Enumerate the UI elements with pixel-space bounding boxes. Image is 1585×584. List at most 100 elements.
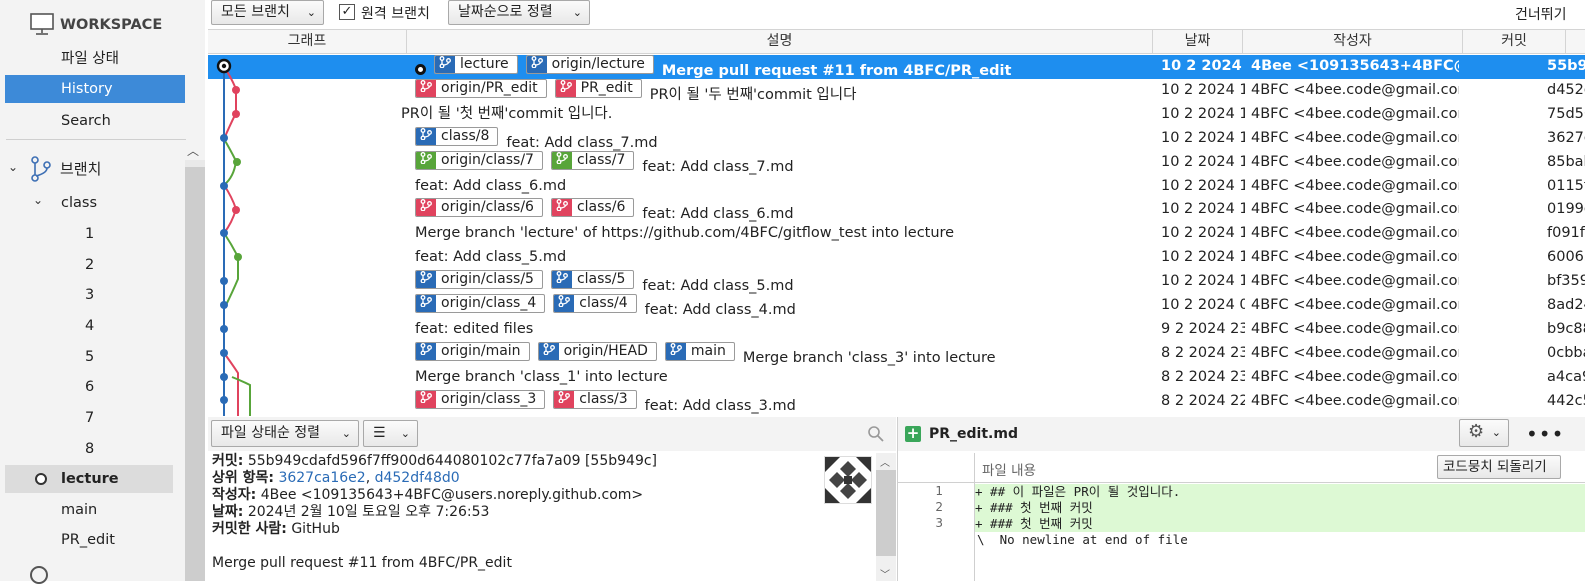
commit-row[interactable]: lecture origin/lecture Merge pull request …: [208, 55, 1585, 79]
branch-main[interactable]: main: [61, 496, 97, 524]
branch-tag[interactable]: origin/lecture: [525, 55, 654, 74]
branch-lecture[interactable]: lecture: [5, 465, 173, 493]
commit-message: Merge pull request #11 from 4BFC/PR_edit: [661, 63, 1012, 79]
commit-date: 10 2 2024 1: [1161, 249, 1245, 266]
branch-tag[interactable]: main: [664, 341, 735, 361]
branch-tag[interactable]: class/5: [550, 270, 635, 290]
branch-class-7[interactable]: 7: [85, 404, 94, 432]
branch-class-5[interactable]: 5: [85, 343, 94, 371]
commit-message: feat: edited files: [415, 320, 534, 337]
branch-folder-class[interactable]: class: [61, 189, 97, 217]
nav-search[interactable]: Search: [61, 107, 111, 135]
list-view-dropdown[interactable]: ☰ ⌄: [363, 420, 418, 447]
commit-row[interactable]: class/8 feat: Add class_7.md 10 2 2024 1 4B…: [208, 126, 1585, 151]
branch-tag[interactable]: class/7: [550, 150, 635, 170]
parent-link[interactable]: d452df48d0: [375, 470, 460, 486]
branch-tag-label: class/3: [579, 390, 628, 407]
commit-row[interactable]: origin/PR_edit PR_edit PR이 될 '두 번째'commit …: [208, 78, 1585, 103]
commit-row[interactable]: origin/main origin/HEAD main Merge branch '…: [208, 341, 1585, 366]
remote-icon: [30, 566, 48, 584]
all-branches-dropdown[interactable]: 모든 브랜치 ⌄: [211, 0, 324, 25]
commit-row[interactable]: feat: edited files 9 2 2024 23 4BFC <4bee.…: [208, 318, 1585, 342]
file-sort-dropdown[interactable]: 파일 상태순 정렬 ⌄: [211, 420, 359, 447]
workspace-header: WORKSPACE: [60, 17, 163, 33]
branch-icon: [554, 295, 575, 312]
file-sort-label: 파일 상태순 정렬: [221, 425, 321, 441]
commit-description: origin/class_3 class/3 feat: Add class_3.m…: [415, 389, 1155, 414]
commit-row[interactable]: origin/class/6 class/6 feat: Add class_6.m…: [208, 198, 1585, 222]
class-chevron-icon[interactable]: ⌄: [33, 193, 43, 207]
commit-row[interactable]: Merge branch 'class_1' into lecture 8 2 2…: [208, 366, 1585, 390]
all-branches-label: 모든 브랜치: [221, 4, 290, 20]
nav-file-status[interactable]: 파일 상태: [61, 45, 119, 73]
commit-date: 10 2 2024 0: [1161, 297, 1245, 313]
branch-icon: [416, 127, 436, 145]
branch-tag[interactable]: origin/class_3: [415, 389, 546, 409]
branch-tag[interactable]: origin/class/5: [415, 270, 543, 290]
column-graph[interactable]: 그래프: [208, 30, 407, 53]
branch-class-8[interactable]: 8: [85, 435, 94, 463]
branch-tag[interactable]: lecture: [434, 55, 518, 74]
branch-class-3[interactable]: 3: [85, 281, 94, 309]
commit-row[interactable]: feat: Add class_6.md 10 2 2024 1 4BFC <4be…: [208, 175, 1585, 199]
commit-hash: 0199c84: [1547, 201, 1585, 218]
settings-dropdown[interactable]: ⚙ ⌄: [1459, 419, 1509, 447]
branch-tag[interactable]: origin/class/7: [415, 150, 543, 170]
branch-tag[interactable]: origin/class/6: [415, 198, 543, 218]
commit-row[interactable]: origin/class/5 class/5 feat: Add class_5.m…: [208, 270, 1585, 294]
file-status-toolbar: 파일 상태순 정렬 ⌄ ☰ ⌄: [208, 417, 896, 451]
branch-tag[interactable]: class/8: [415, 126, 499, 146]
commit-row[interactable]: PR이 될 '첫 번째'commit 입니다. 10 2 2024 1 4BFC <…: [208, 103, 1585, 127]
commit-message: Merge branch 'lecture' of https://github…: [415, 225, 955, 242]
line-number: 1: [935, 484, 943, 498]
branch-tag[interactable]: origin/main: [415, 341, 530, 361]
collapse-caret-icon[interactable]: ︿: [187, 142, 199, 159]
remote-branches-checkbox[interactable]: ✓: [339, 4, 355, 20]
branch-tag[interactable]: class/3: [553, 389, 637, 409]
sidebar: WORKSPACE 파일 상태 History Search ︿ ⌄ 브랜치 ⌄…: [0, 0, 205, 584]
column-description[interactable]: 설명: [407, 30, 1153, 53]
sort-order-dropdown[interactable]: 날짜순으로 정렬 ⌄: [448, 0, 590, 25]
branch-class-1[interactable]: 1: [85, 220, 94, 248]
column-author[interactable]: 작성자: [1243, 30, 1463, 53]
scroll-down-icon[interactable]: ﹀: [880, 566, 890, 581]
detail-commit: 커밋: 55b949cdafd596f7ff900d644080102c77fa…: [212, 453, 658, 469]
commit-row[interactable]: origin/class_4 class/4 feat: Add class_4.m…: [208, 294, 1585, 318]
commit-row[interactable]: origin/class/7 class/7 feat: Add class_7.m…: [208, 150, 1585, 175]
branch-icon: [416, 295, 436, 312]
branch-icon: [416, 271, 436, 289]
column-date[interactable]: 날짜: [1153, 30, 1243, 53]
branch-tag[interactable]: origin/HEAD: [537, 341, 657, 361]
branches-header[interactable]: 브랜치: [60, 155, 101, 183]
no-newline-notice: \ No newline at end of file: [977, 532, 1188, 547]
sidebar-scroll-thumb[interactable]: [185, 167, 205, 581]
branch-tag[interactable]: class/6: [550, 198, 635, 218]
column-commit[interactable]: 커밋: [1463, 30, 1566, 53]
branch-tag[interactable]: origin/class_4: [415, 294, 546, 313]
commit-description: origin/class/6 class/6 feat: Add class_6.m…: [415, 198, 1155, 222]
branch-tag-label: origin/class/5: [441, 271, 534, 288]
branches-chevron-icon[interactable]: ⌄: [8, 160, 18, 174]
commit-hash: bf359eb: [1547, 273, 1585, 290]
branch-class-6[interactable]: 6: [85, 373, 94, 401]
scroll-up-icon[interactable]: ︿: [880, 454, 890, 469]
commit-list[interactable]: lecture origin/lecture Merge pull request …: [208, 55, 1585, 416]
remote-branches-label[interactable]: 원격 브랜치: [361, 3, 430, 23]
branch-class-2[interactable]: 2: [85, 251, 94, 279]
branch-tag[interactable]: PR_edit: [554, 78, 642, 98]
revert-hunk-button[interactable]: 코드뭉치 되돌리기: [1437, 455, 1561, 479]
branch-class-4[interactable]: 4: [85, 312, 94, 340]
parent-link[interactable]: 3627ca16e2: [278, 470, 365, 486]
nav-history[interactable]: History: [5, 75, 185, 103]
skip-label[interactable]: 건너뛰기: [1515, 4, 1567, 24]
branch-tag[interactable]: origin/PR_edit: [415, 78, 547, 98]
branch-tag[interactable]: class/4: [553, 294, 637, 313]
more-options-icon[interactable]: •••: [1526, 422, 1564, 446]
branch-icon: [555, 79, 576, 97]
commit-row[interactable]: Merge branch 'lecture' of https://github…: [208, 222, 1585, 246]
commit-row[interactable]: feat: Add class_5.md 10 2 2024 1 4BFC <4be…: [208, 246, 1585, 270]
branch-pr-edit[interactable]: PR_edit: [61, 526, 115, 554]
commit-message: PR이 될 '두 번째'commit 입니다: [649, 86, 857, 103]
search-icon[interactable]: [867, 425, 885, 443]
commit-row[interactable]: origin/class_3 class/3 feat: Add class_3.m…: [208, 389, 1585, 414]
